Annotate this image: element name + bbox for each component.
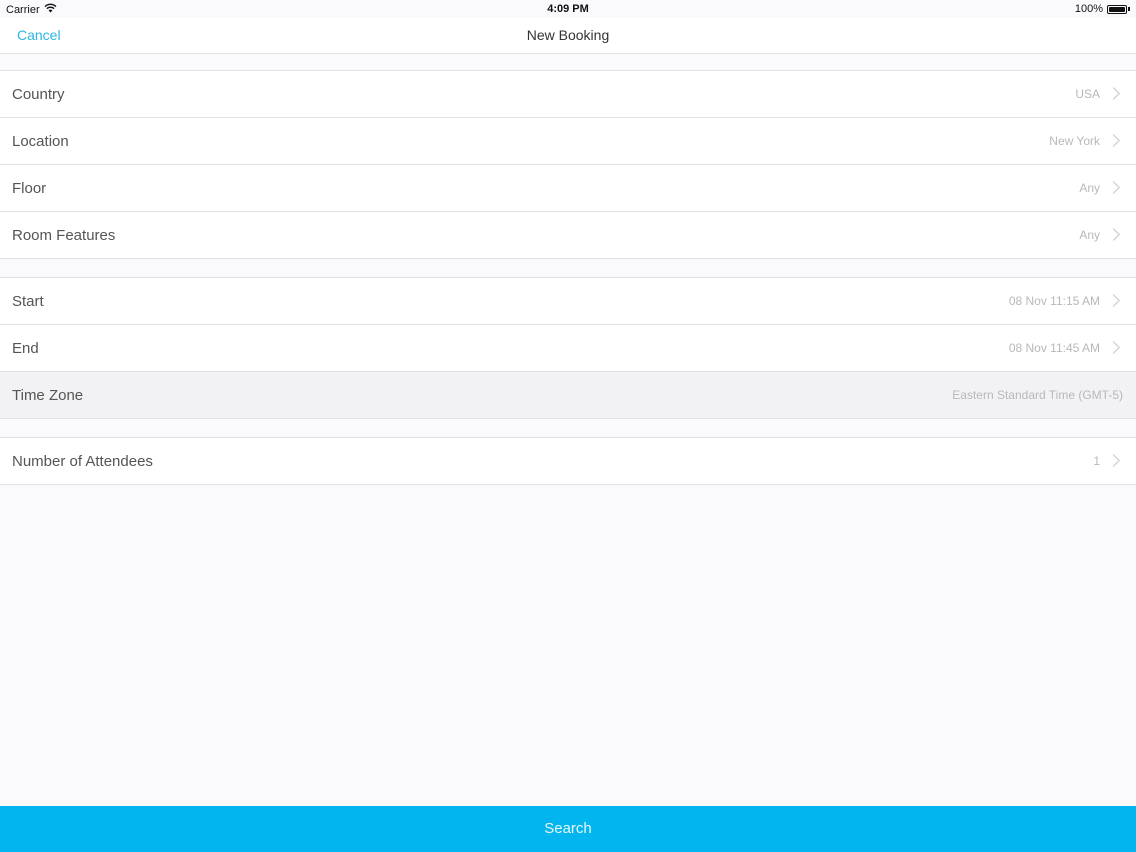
- row-value: 08 Nov 11:15 AM: [1008, 294, 1100, 308]
- row-value: Any: [1079, 228, 1100, 242]
- navigation-bar: Cancel New Booking: [0, 18, 1136, 54]
- section-attendees: Number of Attendees 1: [0, 437, 1136, 485]
- row-country[interactable]: Country USA: [0, 71, 1136, 118]
- row-label: Room Features: [12, 227, 116, 244]
- page-title: New Booking: [526, 27, 610, 43]
- row-label: Location: [12, 133, 69, 150]
- row-value: USA: [1075, 87, 1100, 101]
- row-label: End: [12, 340, 39, 357]
- battery-fill: [1109, 6, 1125, 12]
- row-start[interactable]: Start 08 Nov 11:15 AM: [0, 278, 1136, 325]
- row-label: Floor: [12, 180, 47, 197]
- chevron-right-icon: [1107, 341, 1120, 354]
- chevron-right-icon: [1107, 454, 1120, 467]
- chevron-right-icon: [1107, 134, 1120, 147]
- row-label: Country: [12, 86, 65, 103]
- row-value: 1: [1093, 454, 1100, 468]
- row-end[interactable]: End 08 Nov 11:45 AM: [0, 325, 1136, 372]
- row-time-zone[interactable]: Time Zone Eastern Standard Time (GMT-5): [0, 372, 1136, 419]
- row-value: Any: [1079, 181, 1100, 195]
- row-number-of-attendees[interactable]: Number of Attendees 1: [0, 438, 1136, 485]
- row-value: 08 Nov 11:45 AM: [1008, 341, 1100, 355]
- status-bar: Carrier 4:09 PM 100%: [0, 0, 1136, 18]
- search-button[interactable]: Search: [0, 806, 1136, 852]
- status-right: 100%: [1075, 3, 1130, 15]
- row-label: Start: [12, 293, 44, 310]
- row-value: Eastern Standard Time (GMT-5): [952, 388, 1123, 402]
- row-label: Number of Attendees: [12, 453, 153, 470]
- chevron-right-icon: [1107, 228, 1120, 241]
- battery-icon: [1107, 4, 1127, 14]
- row-label: Time Zone: [12, 387, 84, 404]
- chevron-right-icon: [1107, 87, 1120, 100]
- section-time: Start 08 Nov 11:15 AM End 08 Nov 11:45 A…: [0, 277, 1136, 419]
- row-location[interactable]: Location New York: [0, 118, 1136, 165]
- section-location: Country USA Location New York Floor Any …: [0, 70, 1136, 259]
- battery-nub: [1128, 7, 1130, 11]
- row-floor[interactable]: Floor Any: [0, 165, 1136, 212]
- row-value: New York: [1049, 134, 1100, 148]
- battery-percent: 100%: [1074, 3, 1103, 15]
- row-room-features[interactable]: Room Features Any: [0, 212, 1136, 259]
- app-screen: Carrier 4:09 PM 100% Cancel New Booking …: [0, 0, 1136, 852]
- chevron-right-icon: [1107, 294, 1120, 307]
- chevron-right-icon: [1107, 181, 1120, 194]
- status-time: 4:09 PM: [547, 3, 589, 15]
